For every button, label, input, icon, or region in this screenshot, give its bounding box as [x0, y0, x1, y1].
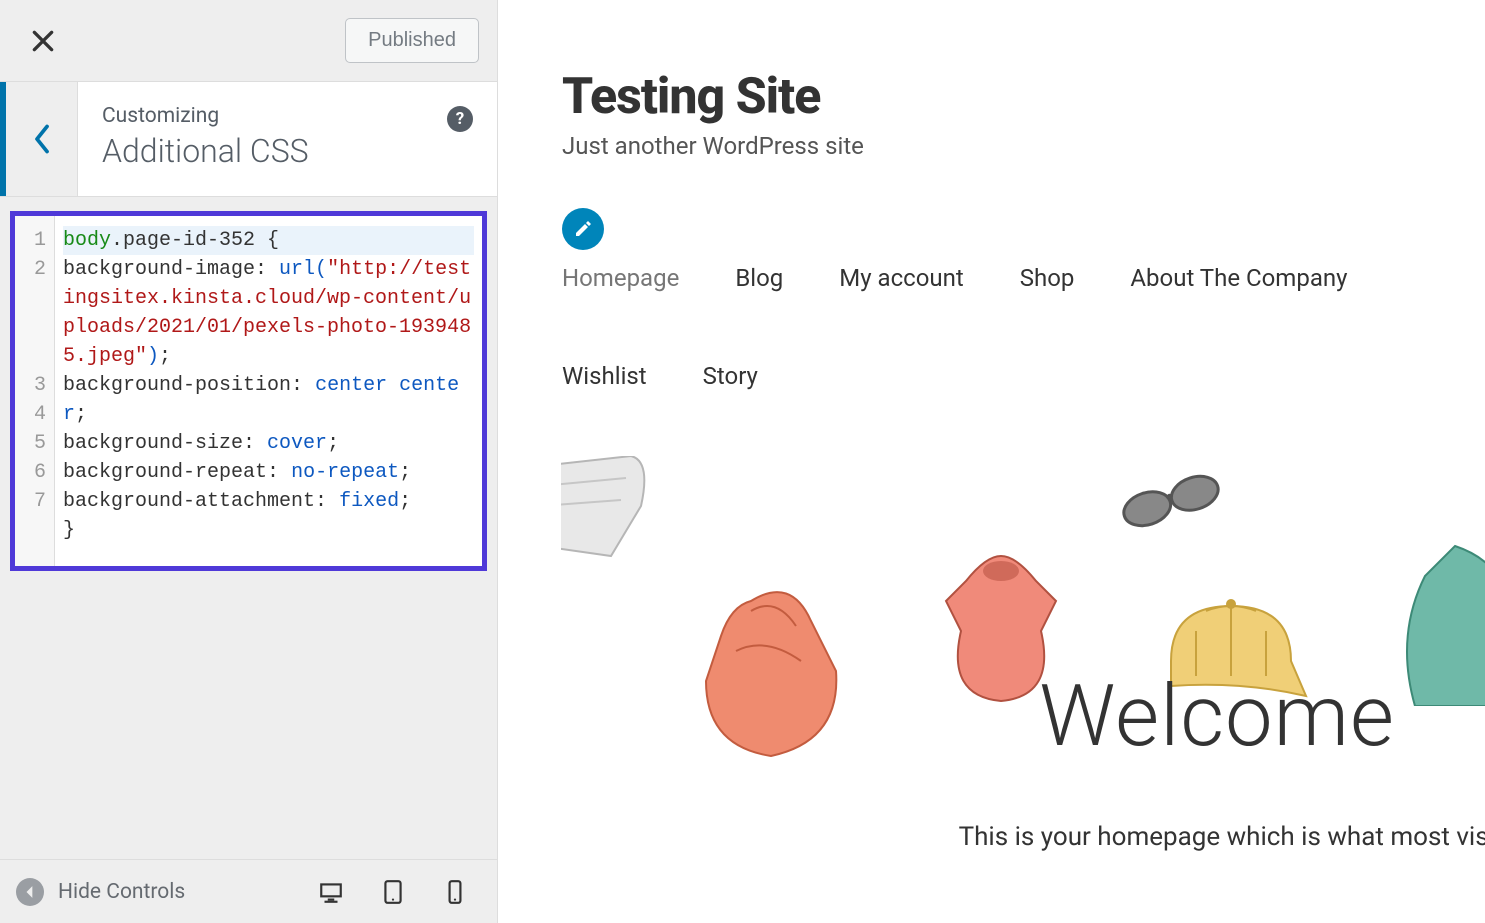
code-line[interactable]: background-size: cover;: [63, 429, 474, 458]
section-titles: Customizing Additional CSS ?: [78, 82, 497, 196]
code-editor-container: 1234567 body.page-id-352 {background-ima…: [0, 197, 497, 581]
code-line[interactable]: body.page-id-352 {: [63, 226, 474, 255]
hero-section: Welcome This is your homepage which is w…: [561, 456, 1485, 876]
hide-controls-label: Hide Controls: [58, 880, 185, 904]
code-line[interactable]: background-image: url("http://testingsit…: [63, 255, 474, 371]
desktop-icon: [318, 879, 344, 905]
code-gutter: 1234567: [15, 216, 55, 566]
nav-item-my-account[interactable]: My account: [839, 264, 963, 292]
tablet-icon: [380, 879, 406, 905]
customizer-topbar: Published: [0, 0, 497, 82]
nav-item-blog[interactable]: Blog: [735, 264, 783, 292]
app-root: Published Customizing Additional CSS ? 1…: [0, 0, 1485, 923]
section-header: Customizing Additional CSS ?: [0, 82, 497, 197]
code-line[interactable]: background-attachment: fixed;: [63, 487, 474, 516]
customizer-footer: Hide Controls: [0, 859, 497, 923]
pencil-icon: [573, 219, 593, 239]
hero-subtitle: This is your homepage which is what most…: [959, 822, 1485, 852]
preview-content: Testing Site Just another WordPress site…: [498, 0, 1485, 876]
collapse-icon: [16, 878, 44, 906]
illustration-sunglasses: [1111, 456, 1231, 546]
question-icon: ?: [456, 109, 464, 129]
line-number: 5: [15, 429, 46, 458]
illustration-hoodie: [681, 581, 851, 761]
site-title[interactable]: Testing Site: [562, 68, 1485, 126]
nav-item-shop[interactable]: Shop: [1020, 264, 1075, 292]
device-preview-toggles: [315, 876, 471, 908]
code-line[interactable]: background-position: center center;: [63, 371, 474, 429]
code-line[interactable]: }: [63, 516, 474, 545]
mobile-preview-button[interactable]: [439, 876, 471, 908]
publish-status-button[interactable]: Published: [345, 18, 479, 63]
line-number: 1: [15, 226, 46, 255]
nav-item-homepage[interactable]: Homepage: [562, 264, 679, 292]
site-tagline: Just another WordPress site: [562, 132, 1485, 160]
edit-shortcut-button[interactable]: [562, 208, 604, 250]
chevron-left-icon: [32, 124, 52, 154]
close-icon: [30, 28, 56, 54]
illustration-shape: [561, 456, 661, 566]
line-number: 3: [15, 371, 46, 400]
css-code-editor[interactable]: 1234567 body.page-id-352 {background-ima…: [10, 211, 487, 571]
primary-nav: Homepage Blog My account Shop About The Comp…: [562, 264, 1485, 390]
line-number: 4: [15, 400, 46, 429]
code-line[interactable]: background-repeat: no-repeat;: [63, 458, 474, 487]
hide-controls-button[interactable]: Hide Controls: [16, 878, 303, 906]
illustration-partial: [1395, 536, 1485, 706]
nav-item-about-the-company[interactable]: About The Company: [1130, 264, 1347, 292]
line-number: 6: [15, 458, 46, 487]
back-button[interactable]: [0, 82, 78, 196]
nav-item-story[interactable]: Story: [703, 362, 758, 390]
line-number: 2: [15, 255, 46, 371]
section-overline: Customizing: [102, 104, 473, 128]
nav-item-wishlist[interactable]: Wishlist: [562, 362, 647, 390]
section-title: Additional CSS: [102, 132, 473, 170]
mobile-icon: [442, 879, 468, 905]
help-button[interactable]: ?: [447, 106, 473, 132]
desktop-preview-button[interactable]: [315, 876, 347, 908]
hero-title: Welcome: [1039, 666, 1395, 766]
tablet-preview-button[interactable]: [377, 876, 409, 908]
close-button[interactable]: [22, 20, 64, 62]
customizer-sidebar: Published Customizing Additional CSS ? 1…: [0, 0, 498, 923]
code-content[interactable]: body.page-id-352 {background-image: url(…: [55, 216, 482, 566]
line-number: 7: [15, 487, 46, 516]
site-preview: Testing Site Just another WordPress site…: [498, 0, 1485, 923]
